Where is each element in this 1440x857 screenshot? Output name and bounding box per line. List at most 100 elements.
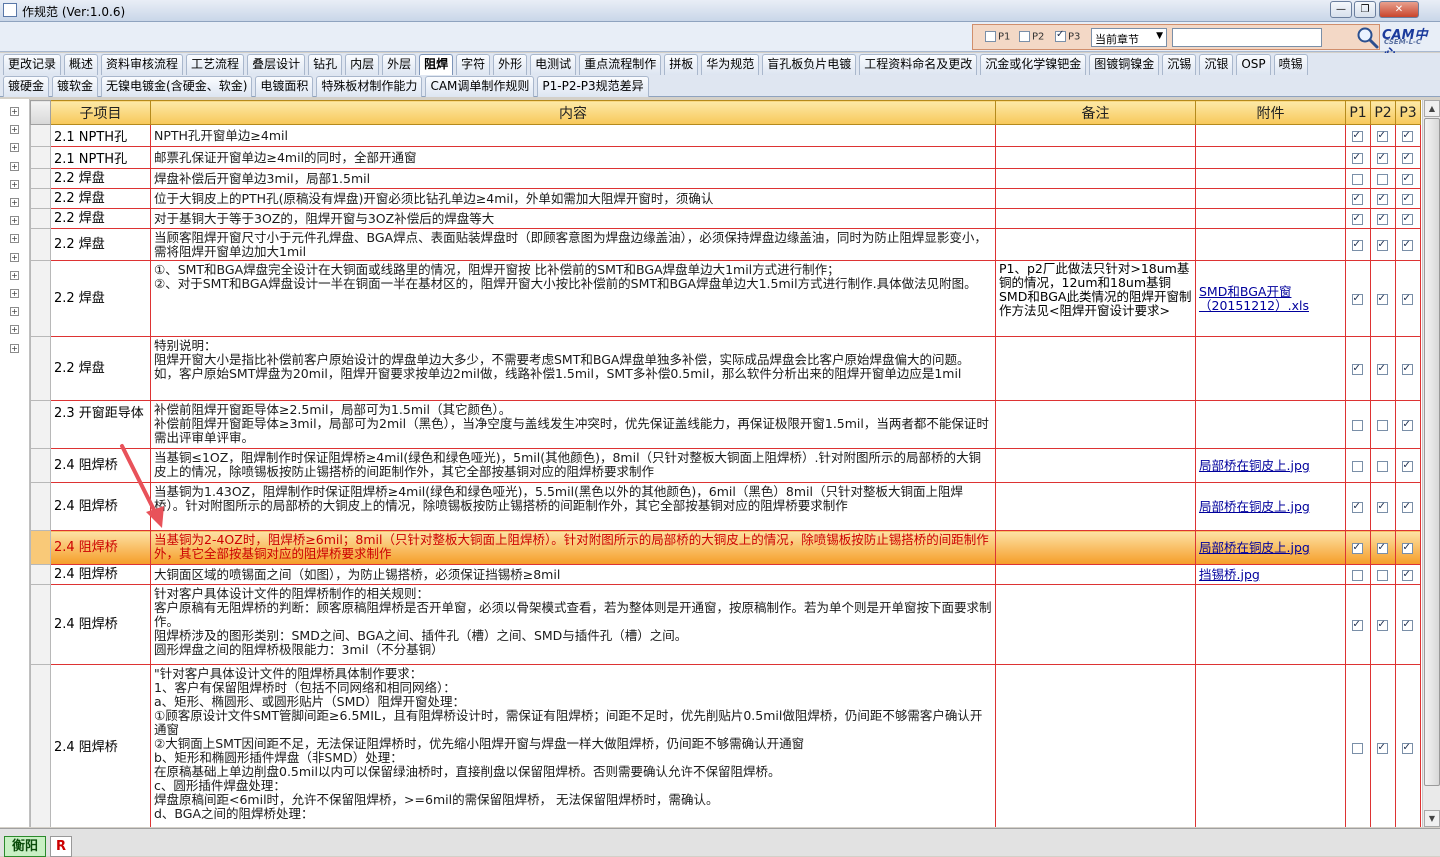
p2-checkbox[interactable]: [1376, 569, 1388, 581]
expand-icon[interactable]: +: [10, 143, 19, 153]
p3-checkbox[interactable]: [1401, 568, 1413, 582]
tab-tabs_row1-0[interactable]: 更改记录: [3, 54, 62, 75]
p3-checkbox[interactable]: [1401, 500, 1413, 514]
tab-tabs_row1-12[interactable]: 重点流程制作: [579, 54, 662, 75]
p3-checkbox[interactable]: [1055, 29, 1066, 42]
p1-checkbox[interactable]: [1351, 460, 1363, 472]
expand-icon[interactable]: +: [10, 252, 19, 262]
tab-tabs_row1-17[interactable]: 沉金或化学镍钯金: [980, 54, 1087, 75]
p2-checkbox[interactable]: [1376, 238, 1388, 252]
tab-tabs_row1-16[interactable]: 工程资料命名及更改: [859, 54, 978, 75]
row-selector[interactable]: [30, 564, 51, 585]
filter-p1[interactable]: P1: [985, 31, 1010, 43]
p1-checkbox[interactable]: [1351, 742, 1363, 754]
p2-checkbox[interactable]: [1376, 151, 1388, 165]
tab-tabs_row1-20[interactable]: 沉银: [1199, 54, 1234, 75]
expand-icon[interactable]: +: [10, 125, 19, 135]
expand-icon[interactable]: +: [10, 325, 19, 335]
expand-icon[interactable]: +: [10, 343, 19, 353]
minimize-button[interactable]: —: [1330, 1, 1352, 18]
col-header-p1[interactable]: P1: [1345, 100, 1371, 125]
tab-tabs_row1-4[interactable]: 叠层设计: [247, 54, 306, 75]
expand-icon[interactable]: +: [10, 198, 19, 207]
p1-checkbox[interactable]: [985, 31, 996, 42]
p1-checkbox[interactable]: [1351, 173, 1363, 185]
table-row[interactable]: 2.4 阻焊桥 针对客户具体设计文件的阻焊桥制作的相关规则： 客户原稿有无阻焊桥的…: [30, 584, 1421, 665]
tab-tabs_row1-19[interactable]: 沉锡: [1162, 54, 1197, 75]
p3-checkbox[interactable]: [1401, 541, 1413, 555]
maximize-button[interactable]: ❐: [1354, 1, 1376, 18]
p3-checkbox[interactable]: [1401, 151, 1413, 165]
p2-checkbox[interactable]: [1019, 31, 1030, 42]
row-selector[interactable]: [30, 168, 51, 189]
tab-tabs_row1-6[interactable]: 内层: [345, 54, 380, 75]
tab-tabs_row1-9[interactable]: 字符: [456, 54, 491, 75]
p1-checkbox[interactable]: [1351, 292, 1363, 306]
row-selector[interactable]: [30, 584, 51, 665]
tab-tabs_row1-21[interactable]: OSP: [1236, 54, 1271, 75]
close-button[interactable]: ✕: [1379, 1, 1419, 18]
p2-checkbox[interactable]: [1376, 212, 1388, 226]
col-header-sub[interactable]: 子项目: [50, 100, 151, 125]
table-row[interactable]: 2.4 阻焊桥 "针对客户具体设计文件的阻焊桥具体制作要求： 1、客户有保留阻焊桥…: [30, 664, 1421, 827]
col-header-note[interactable]: 备注: [995, 100, 1196, 125]
p1-checkbox[interactable]: [1351, 618, 1363, 632]
p1-checkbox[interactable]: [1351, 569, 1363, 581]
expand-icon[interactable]: +: [10, 161, 19, 171]
table-row[interactable]: 2.3 开窗距导体 补偿前阻焊开窗距导体≥2.5mil，局部可为1.5mil（其…: [30, 400, 1421, 449]
p3-checkbox[interactable]: [1401, 212, 1413, 226]
table-row[interactable]: 2.2 焊盘 对于基铜大于等于3OZ的，阻焊开窗与3OZ补偿后的焊盘等大: [30, 208, 1421, 229]
row-selector[interactable]: [30, 448, 51, 483]
p3-checkbox[interactable]: [1401, 362, 1413, 376]
status-badge[interactable]: R: [50, 836, 72, 857]
table-row[interactable]: 2.2 焊盘 ①、SMT和BGA焊盘完全设计在大铜面或线路里的情况，阻焊开窗按 比…: [30, 260, 1421, 337]
expand-icon[interactable]: +: [10, 307, 19, 317]
site-indicator[interactable]: 衡阳: [4, 836, 46, 857]
table-row[interactable]: 2.4 阻焊桥 当基铜为2-4OZ时，阻焊桥≥6mil；8mil（只针对整板大铜面…: [30, 530, 1421, 565]
tab-tabs_row1-15[interactable]: 盲孔板负片电镀: [762, 54, 857, 75]
p2-checkbox[interactable]: [1376, 362, 1388, 376]
expand-icon[interactable]: +: [10, 107, 19, 116]
table-row[interactable]: 2.2 焊盘 特别说明： 阻焊开窗大小是指比补偿前客户原始设计的焊盘单边大多少，不…: [30, 336, 1421, 401]
tab-tabs_row1-14[interactable]: 华为规范: [701, 54, 760, 75]
row-selector[interactable]: [30, 482, 51, 531]
tab-tabs_row1-2[interactable]: 资料审核流程: [101, 54, 184, 75]
tab-tabs_row1-7[interactable]: 外层: [382, 54, 417, 75]
table-row[interactable]: 2.1 NPTH孔 NPTH孔开窗单边≥4mil: [30, 124, 1421, 147]
attachment-link[interactable]: 挡锡桥.jpg: [1199, 567, 1260, 582]
p3-checkbox[interactable]: [1401, 192, 1413, 206]
p2-checkbox[interactable]: [1376, 500, 1388, 514]
p3-checkbox[interactable]: [1401, 459, 1413, 473]
p2-checkbox[interactable]: [1376, 618, 1388, 632]
tab-tabs_row1-18[interactable]: 图镀铜镍金: [1089, 54, 1160, 75]
chapter-select[interactable]: 当前章节 ▼: [1091, 28, 1167, 47]
tab-tabs_row1-10[interactable]: 外形: [493, 54, 528, 75]
tab-tabs_row1-8[interactable]: 阻焊: [419, 54, 454, 75]
filter-p3[interactable]: P3: [1055, 29, 1080, 43]
vertical-scrollbar[interactable]: ▲ ▼: [1422, 100, 1440, 827]
row-selector[interactable]: [30, 146, 51, 169]
p3-checkbox[interactable]: [1401, 172, 1413, 186]
p2-checkbox[interactable]: [1376, 460, 1388, 472]
table-row[interactable]: 2.4 阻焊桥 当基铜≤1OZ，阻焊制作时保证阻焊桥≥4mil(绿色和绿色哑光)，…: [30, 448, 1421, 483]
row-selector[interactable]: [30, 188, 51, 209]
col-header-p2[interactable]: P2: [1370, 100, 1396, 125]
row-selector[interactable]: [30, 664, 51, 827]
p3-checkbox[interactable]: [1401, 129, 1413, 143]
attachment-link[interactable]: SMD和BGA开窗（20151212）.xls: [1199, 284, 1309, 313]
row-selector[interactable]: [30, 208, 51, 229]
attachment-link[interactable]: 局部桥在铜皮上.jpg: [1199, 499, 1310, 514]
p2-checkbox[interactable]: [1376, 541, 1388, 555]
expand-icon[interactable]: +: [10, 234, 19, 244]
p2-checkbox[interactable]: [1376, 192, 1388, 206]
tab-tabs_row2-2[interactable]: 无镍电镀金(含硬金、软金): [101, 76, 253, 97]
p1-checkbox[interactable]: [1351, 541, 1363, 555]
p3-checkbox[interactable]: [1401, 292, 1413, 306]
p1-checkbox[interactable]: [1351, 238, 1363, 252]
tab-tabs_row1-3[interactable]: 工艺流程: [186, 54, 245, 75]
row-selector[interactable]: [30, 260, 51, 337]
p3-checkbox[interactable]: [1401, 238, 1413, 252]
table-row[interactable]: 2.2 焊盘 当顾客阻焊开窗尺寸小于元件孔焊盘、BGA焊点、表面贴装焊盘时（即顾客…: [30, 228, 1421, 261]
scroll-thumb[interactable]: [1424, 118, 1440, 786]
tab-tabs_row2-3[interactable]: 电镀面积: [255, 76, 314, 97]
